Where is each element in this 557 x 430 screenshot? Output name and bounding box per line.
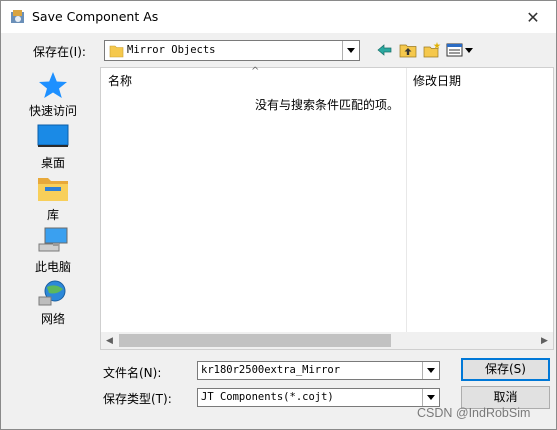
filename-value: kr180r2500extra_Mirror [201, 364, 341, 376]
column-divider [406, 68, 407, 334]
place-label: 快速访问 [28, 104, 77, 118]
column-header-date[interactable]: 修改日期 [413, 72, 461, 89]
location-label: 保存在(I): [33, 45, 86, 59]
chevron-down-icon [347, 48, 355, 53]
file-list[interactable]: 名称 ^ 修改日期 没有与搜索条件匹配的项。 ◀ ▶ [100, 66, 554, 350]
empty-message: 没有与搜索条件匹配的项。 [255, 98, 400, 112]
save-button[interactable]: 保存(S) [461, 358, 550, 381]
place-label: 网络 [40, 312, 65, 326]
new-folder-icon[interactable] [422, 41, 442, 59]
scroll-left-icon[interactable]: ◀ [101, 332, 118, 349]
place-label: 此电脑 [34, 260, 71, 274]
library-folder-icon [38, 178, 68, 201]
scroll-right-icon[interactable]: ▶ [536, 332, 553, 349]
filetype-value: JT Components(*.cojt) [201, 391, 334, 403]
app-icon [11, 10, 24, 23]
folder-icon [109, 45, 124, 58]
place-quick-access[interactable]: 快速访问 [11, 69, 95, 119]
filename-dropdown-arrow[interactable] [422, 362, 439, 379]
desktop-icon [37, 124, 69, 147]
view-menu-icon[interactable] [446, 41, 474, 59]
computer-icon [38, 227, 68, 252]
location-value: Mirror Objects [127, 44, 216, 56]
place-label: 桌面 [40, 156, 65, 170]
chevron-down-icon [427, 395, 435, 400]
scrollbar-thumb[interactable] [119, 334, 391, 347]
location-dropdown-arrow[interactable] [342, 41, 359, 60]
up-folder-icon[interactable] [398, 41, 418, 59]
filetype-dropdown-arrow[interactable] [422, 389, 439, 406]
location-dropdown[interactable]: Mirror Objects [104, 40, 360, 61]
window-title: Save Component As [32, 9, 159, 24]
place-libraries[interactable]: 库 [11, 173, 95, 223]
close-icon: ✕ [526, 7, 540, 27]
star-icon [39, 72, 67, 98]
network-icon [38, 280, 66, 306]
chevron-down-icon [427, 368, 435, 373]
column-header-name[interactable]: 名称 [108, 72, 132, 89]
place-network[interactable]: 网络 [11, 277, 95, 327]
filename-input[interactable]: kr180r2500extra_Mirror [197, 361, 440, 380]
sort-caret-icon: ^ [251, 66, 260, 77]
filetype-dropdown[interactable]: JT Components(*.cojt) [197, 388, 440, 407]
close-button[interactable]: ✕ [510, 1, 556, 33]
place-label: 库 [46, 208, 59, 222]
horizontal-scrollbar[interactable]: ◀ ▶ [101, 332, 553, 349]
place-desktop[interactable]: 桌面 [11, 121, 95, 171]
place-this-pc[interactable]: 此电脑 [11, 225, 95, 275]
back-icon[interactable] [375, 41, 395, 59]
filename-label: 文件名(N): [103, 366, 162, 380]
title-bar: Save Component As ✕ [1, 1, 556, 33]
save-dialog: Save Component As ✕ 保存在(I): Mirror Objec… [0, 0, 557, 430]
watermark: CSDN @IndRobSim [417, 406, 531, 420]
filetype-label: 保存类型(T): [103, 392, 172, 406]
